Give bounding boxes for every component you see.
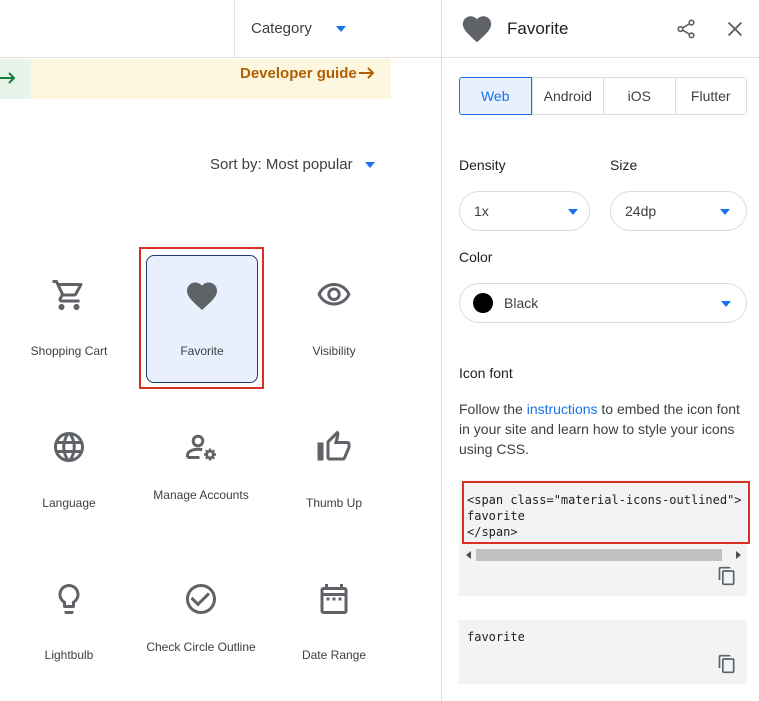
lightbulb-icon	[58, 584, 80, 614]
icon-tile-check-circle-outline[interactable]: Check Circle Outline	[146, 559, 256, 687]
icon-tile-label: Lightbulb	[44, 648, 94, 662]
instructions-link[interactable]: instructions	[527, 401, 598, 417]
chevron-down-icon	[720, 209, 730, 215]
chevron-down-icon[interactable]	[365, 162, 375, 168]
horizontal-scrollbar[interactable]	[459, 548, 747, 562]
icon-tile-visibility[interactable]: Visibility	[279, 255, 389, 383]
icon-tile-label: Thumb Up	[305, 496, 363, 510]
tab-android[interactable]: Android	[531, 78, 604, 114]
color-label: Color	[459, 249, 493, 265]
selection-highlight	[139, 247, 264, 389]
manage-accounts-icon	[186, 434, 216, 461]
icon-name-block: favorite	[459, 620, 747, 684]
copy-icon[interactable]	[717, 566, 737, 586]
icon-detail-panel: Favorite Web Android iOS Flutter Density…	[441, 0, 759, 701]
arrow-right-icon	[0, 72, 16, 84]
icon-tile-lightbulb[interactable]: Lightbulb	[14, 559, 124, 687]
color-select[interactable]: Black	[459, 283, 747, 323]
code-highlight	[462, 481, 750, 544]
icon-tile-manage-accounts[interactable]: Manage Accounts	[146, 407, 256, 535]
icon-browser-pane: Category Developer guide Sort by: Most p…	[0, 0, 441, 701]
color-swatch	[473, 293, 493, 313]
icon-tile-label: Date Range	[301, 648, 367, 662]
category-dropdown-label[interactable]: Category	[251, 20, 312, 37]
density-select[interactable]: 1x	[459, 191, 590, 231]
calendar-icon	[320, 584, 348, 614]
icon-name-code[interactable]: favorite	[467, 630, 525, 644]
heart-icon	[462, 16, 492, 43]
eye-icon	[317, 283, 351, 306]
icon-tile-thumb-up[interactable]: Thumb Up	[279, 407, 389, 535]
chevron-down-icon	[721, 301, 731, 307]
icon-tile-label: Shopping Cart	[30, 344, 108, 358]
close-icon[interactable]	[724, 18, 746, 40]
tab-web[interactable]: Web	[459, 77, 532, 115]
scrollbar-thumb[interactable]	[476, 549, 722, 561]
icon-tile-shopping-cart[interactable]: Shopping Cart	[14, 255, 124, 383]
size-value: 24dp	[625, 203, 657, 219]
chevron-down-icon[interactable]	[336, 26, 346, 32]
color-value: Black	[504, 295, 539, 311]
icon-tile-label: Language	[42, 496, 96, 510]
filter-bar: Category	[0, 0, 441, 58]
section-title: Icon font	[459, 365, 513, 381]
share-icon[interactable]	[675, 18, 697, 40]
icon-tile-date-range[interactable]: Date Range	[279, 559, 389, 687]
sort-dropdown[interactable]: Sort by: Most popular	[210, 156, 353, 173]
scroll-right-icon[interactable]	[736, 551, 741, 559]
icon-tile-label: Visibility	[312, 344, 356, 358]
desc-text-start: Follow the	[459, 401, 527, 417]
globe-icon	[54, 432, 84, 462]
size-label: Size	[610, 157, 638, 173]
size-select[interactable]: 24dp	[610, 191, 747, 231]
divider	[234, 0, 235, 58]
check-circle-icon	[186, 584, 216, 614]
density-label: Density	[459, 157, 506, 173]
chevron-down-icon	[568, 209, 578, 215]
icon-font-description: Follow the instructions to embed the ico…	[459, 399, 749, 459]
panel-title: Favorite	[507, 19, 569, 38]
icon-tile-language[interactable]: Language	[14, 407, 124, 535]
tab-flutter[interactable]: Flutter	[674, 78, 747, 114]
panel-header: Favorite	[442, 0, 759, 58]
icon-tile-label: Manage Accounts	[153, 488, 249, 502]
banner-left-segment[interactable]	[0, 59, 31, 99]
copy-icon[interactable]	[717, 654, 737, 674]
thumb-up-icon	[317, 430, 351, 461]
shopping-cart-icon	[52, 280, 83, 310]
scroll-left-icon[interactable]	[466, 551, 471, 559]
developer-guide-link[interactable]: Developer guide	[240, 65, 357, 82]
tab-ios[interactable]: iOS	[603, 78, 675, 114]
icon-tile-label: Check Circle Outline	[146, 640, 256, 654]
arrow-right-icon[interactable]	[357, 64, 377, 82]
density-value: 1x	[474, 203, 489, 219]
platform-tabs: Web Android iOS Flutter	[459, 77, 747, 115]
